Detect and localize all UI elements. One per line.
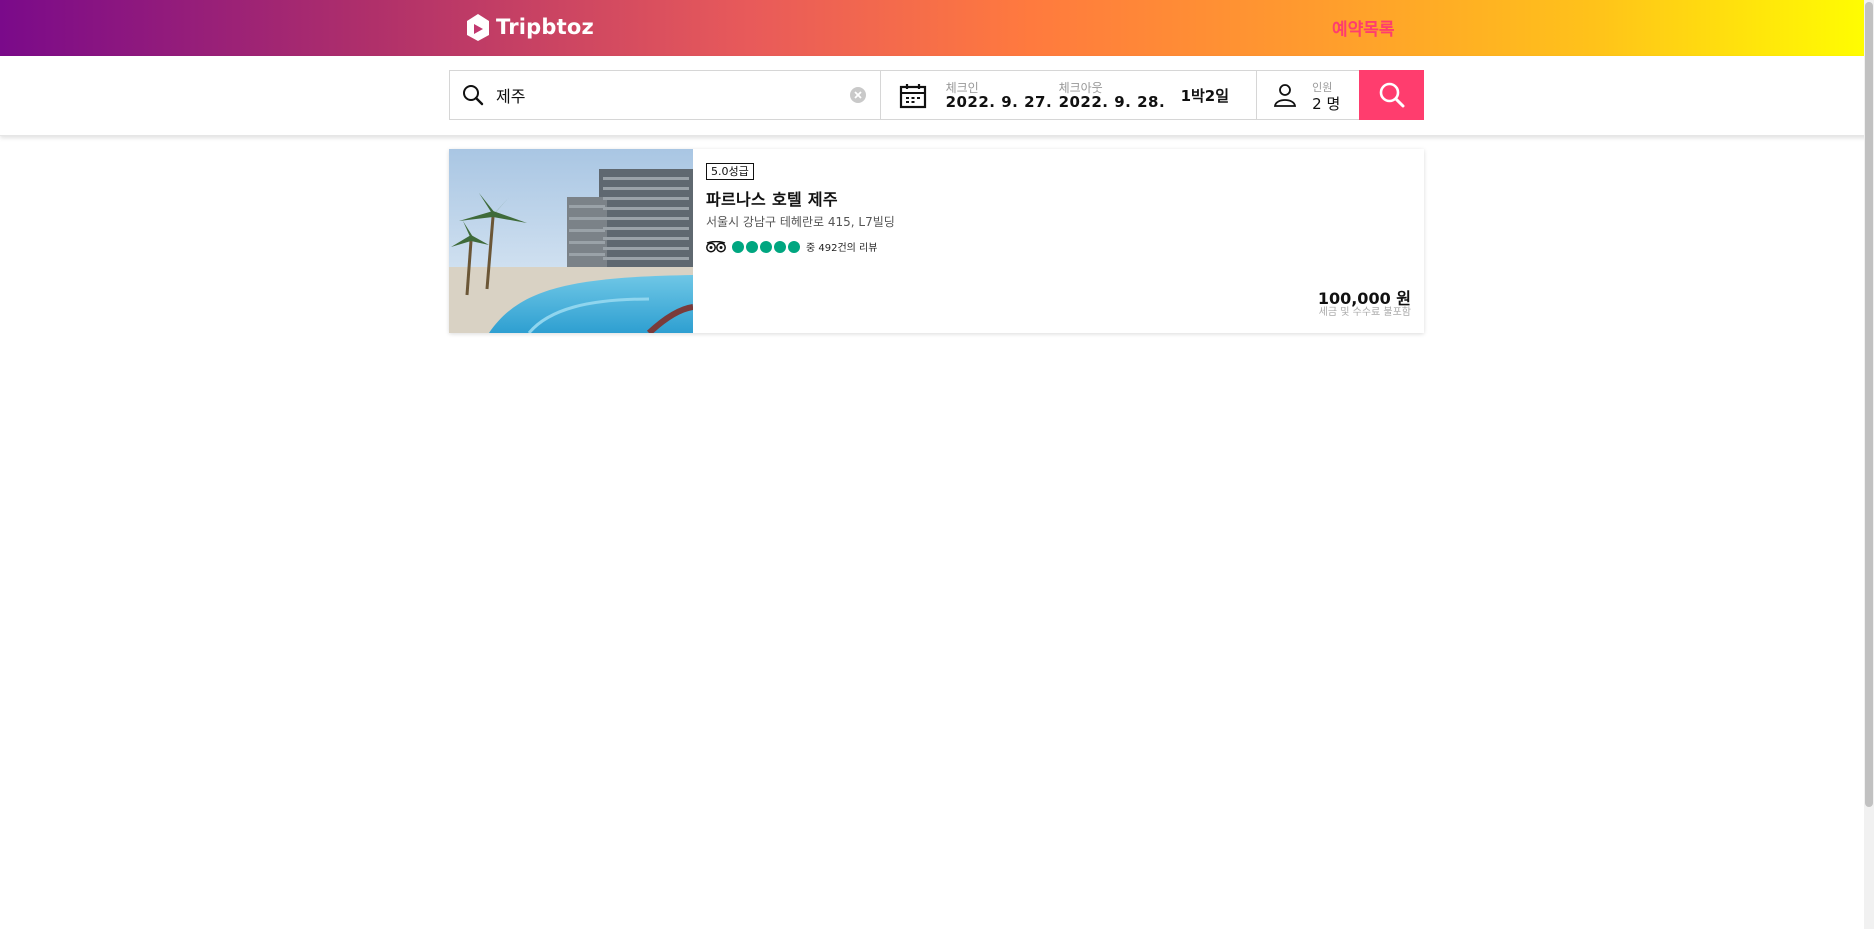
rating-dot xyxy=(760,240,772,253)
review-count: 중 492건의 리뷰 xyxy=(806,243,878,254)
checkout-value[interactable]: 2022. 9. 28. xyxy=(1059,93,1166,111)
page-scrollbar[interactable] xyxy=(1864,0,1874,929)
checkin-value[interactable]: 2022. 9. 27. xyxy=(946,93,1053,111)
hotel-result-card[interactable]: 5.0성급 파르나스 호텔 제주 서울시 강남구 테헤란로 415, L7빌딩 … xyxy=(449,149,1424,333)
hotel-name[interactable]: 파르나스 호텔 제주 xyxy=(706,186,838,210)
grade-badge: 5.0성급 xyxy=(706,163,754,180)
hotel-photo xyxy=(449,149,693,333)
tax-note: 세금 및 수수료 불포함 xyxy=(1318,307,1411,318)
rating-dot xyxy=(774,240,786,253)
scrollbar-thumb[interactable] xyxy=(1865,2,1873,807)
tripadvisor-owl-icon xyxy=(706,240,726,252)
search-form: 체크인 2022. 9. 27. 체크아웃 2022. 9. 28. 1박2일 … xyxy=(449,70,1424,120)
person-icon xyxy=(1274,84,1297,107)
reservation-list-link[interactable]: 예약목록 xyxy=(1332,15,1395,40)
search-bar-area: 체크인 2022. 9. 27. 체크아웃 2022. 9. 28. 1박2일 … xyxy=(0,56,1874,136)
clear-circle-icon[interactable] xyxy=(850,87,866,103)
destination-input[interactable] xyxy=(496,81,856,109)
search-icon xyxy=(1379,82,1405,108)
search-button[interactable] xyxy=(1359,70,1424,120)
destination-field[interactable] xyxy=(450,71,881,119)
search-icon xyxy=(463,85,484,106)
nights-count: 1박2일 xyxy=(1180,87,1230,105)
guests-value: 2 명 xyxy=(1312,95,1341,113)
tripbtoz-logo[interactable]: Tripbtoz xyxy=(465,13,594,41)
hotel-address: 서울시 강남구 테헤란로 415, L7빌딩 xyxy=(706,215,895,229)
guests-field[interactable]: 인원 2 명 xyxy=(1257,71,1359,119)
hotel-info: 5.0성급 파르나스 호텔 제주 서울시 강남구 테헤란로 415, L7빌딩 … xyxy=(693,149,1424,333)
house-play-logo-icon xyxy=(467,14,489,41)
rating-dots xyxy=(732,240,800,253)
top-navigation-bar: Tripbtoz 예약목록 xyxy=(0,0,1874,56)
rating-dot xyxy=(746,240,758,253)
rating-row: 중 492건의 리뷰 xyxy=(706,239,877,254)
rating-dot xyxy=(788,240,800,253)
rating-dot xyxy=(732,240,744,253)
date-range-field[interactable]: 체크인 2022. 9. 27. 체크아웃 2022. 9. 28. 1박2일 xyxy=(881,71,1258,119)
logo-text: Tripbtoz xyxy=(496,15,594,39)
calendar-icon xyxy=(899,84,926,109)
